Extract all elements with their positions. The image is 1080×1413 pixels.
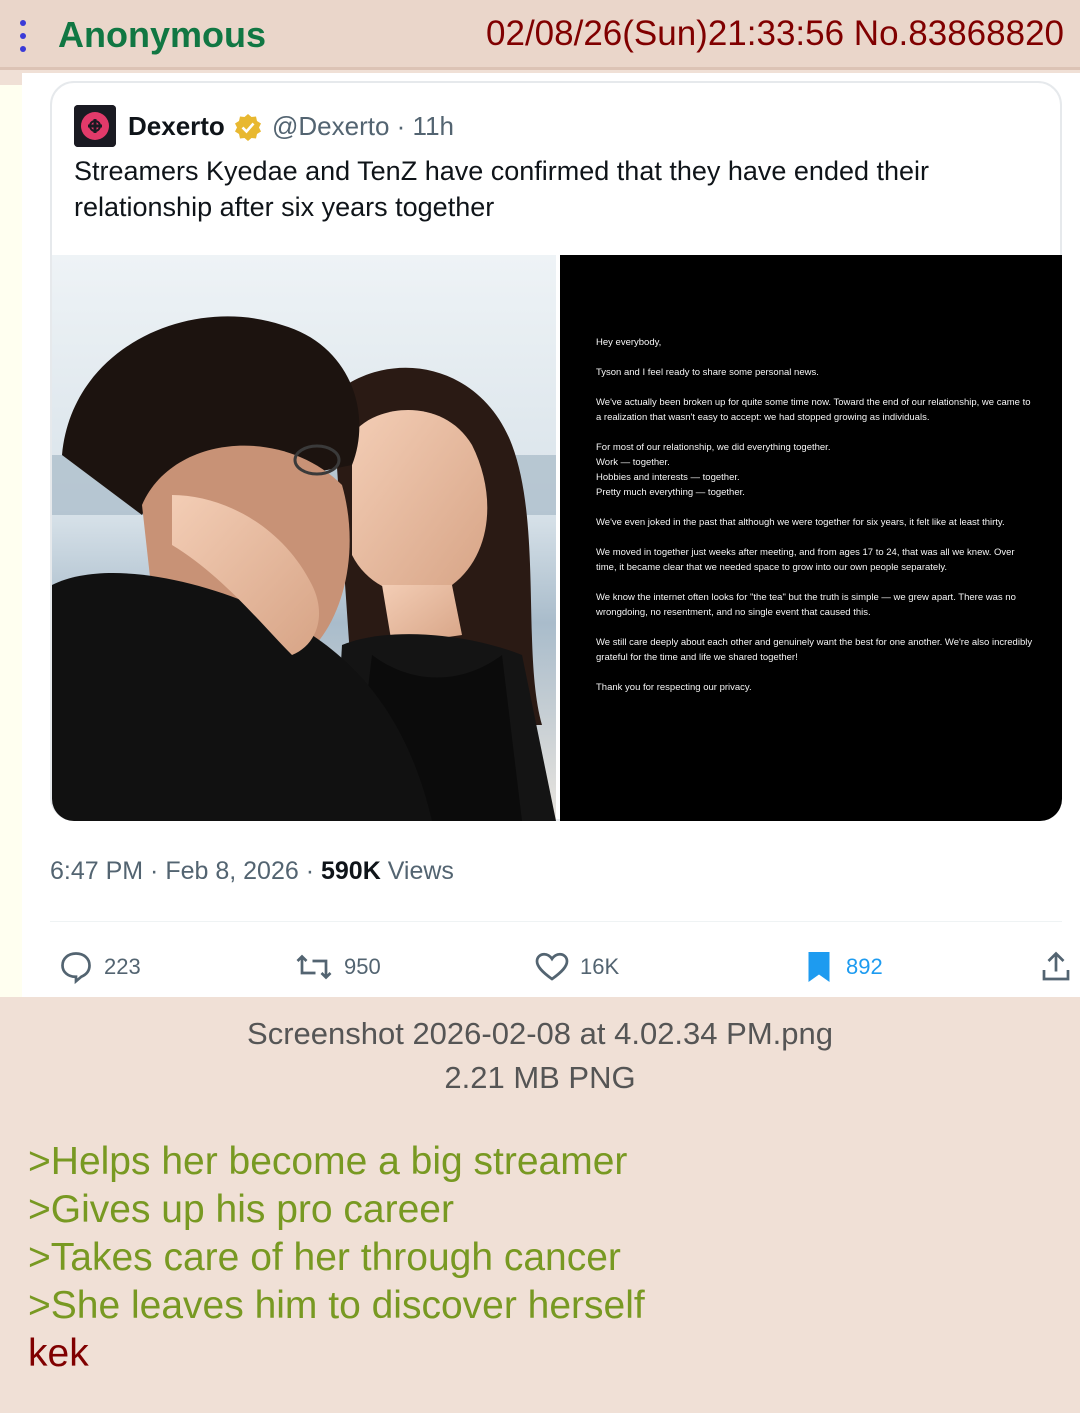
tweet-handle-time: @Dexerto · 11h	[272, 111, 454, 141]
statement-paragraph: We still care deeply about each other an…	[596, 637, 1033, 663]
poster-name: Anonymous	[58, 14, 267, 55]
attachment-meta: 2.21 MB PNG	[444, 1060, 636, 1095]
statement-text: Hey everybody, Tyson and I feel ready to…	[596, 335, 1036, 710]
share-button[interactable]	[1038, 947, 1074, 987]
dexerto-avatar	[74, 105, 116, 147]
like-button[interactable]: 16K	[534, 947, 619, 987]
attachment-info: Screenshot 2026-02-08 at 4.02.34 PM.png …	[0, 1012, 1080, 1100]
repost-count: 950	[344, 954, 381, 979]
statement-paragraph: For most of our relationship, we did eve…	[596, 442, 831, 498]
bookmark-count: 892	[846, 954, 883, 979]
statement-paragraph: Tyson and I feel ready to share some per…	[596, 367, 819, 378]
statement-paragraph: Thank you for respecting our privacy.	[596, 682, 752, 693]
greentext-line: >Takes care of her through cancer	[28, 1236, 621, 1279]
reply-button[interactable]: 223	[58, 947, 141, 987]
divider	[50, 921, 1062, 922]
repost-button[interactable]: 950	[294, 947, 381, 987]
comment-line: kek	[28, 1332, 89, 1375]
post-comment: >Helps her become a big streamer >Gives …	[28, 1138, 645, 1378]
statement-paragraph: We know the internet often looks for "th…	[596, 592, 1016, 618]
tweet-card: Dexerto @Dexerto · 11h Streamers Kyedae …	[50, 81, 1062, 821]
post-date-number[interactable]: 02/08/26(Sun)21:33:56 No.83868820	[486, 14, 1064, 54]
views-count: 590K	[320, 857, 381, 885]
greentext-line: >She leaves him to discover herself	[28, 1284, 645, 1327]
reply-count: 223	[104, 954, 141, 979]
statement-image: Hey everybody, Tyson and I feel ready to…	[560, 255, 1062, 821]
bookmark-icon	[808, 952, 830, 982]
attachment-filename[interactable]: Screenshot 2026-02-08 at 4.02.34 PM.png	[0, 1012, 1080, 1056]
statement-paragraph: We've actually been broken up for quite …	[596, 397, 1031, 423]
post-header: Anonymous 02/08/26(Sun)21:33:56 No.83868…	[0, 0, 1080, 70]
repost-icon	[296, 954, 332, 980]
verified-badge-icon	[235, 114, 261, 141]
views-label: Views	[380, 857, 454, 885]
couple-photo	[52, 255, 556, 821]
attached-image[interactable]: Dexerto @Dexerto · 11h Streamers Kyedae …	[22, 73, 1080, 997]
statement-paragraph: We moved in together just weeks after me…	[596, 547, 1015, 573]
post-menu-icon[interactable]	[16, 18, 30, 54]
greentext-line: >Gives up his pro career	[28, 1188, 454, 1231]
statement-paragraph: Hey everybody,	[596, 337, 662, 348]
share-icon	[1042, 951, 1070, 981]
bookmark-button[interactable]: 892	[802, 947, 883, 987]
tweet-actions: 223 950 16K 892	[50, 943, 1070, 993]
tweet-text: Streamers Kyedae and TenZ have confirmed…	[74, 156, 930, 222]
tweet-author: Dexerto	[128, 111, 225, 141]
heart-icon	[535, 952, 569, 981]
statement-paragraph: We've even joked in the past that althou…	[596, 517, 1005, 528]
like-count: 16K	[580, 954, 620, 979]
tweet-timestamp: 6:47 PM · Feb 8, 2026 · 590K Views	[50, 857, 454, 886]
greentext-line: >Helps her become a big streamer	[28, 1140, 628, 1183]
tweet-time-text: 6:47 PM · Feb 8, 2026 ·	[50, 857, 321, 885]
reply-icon	[61, 952, 91, 985]
